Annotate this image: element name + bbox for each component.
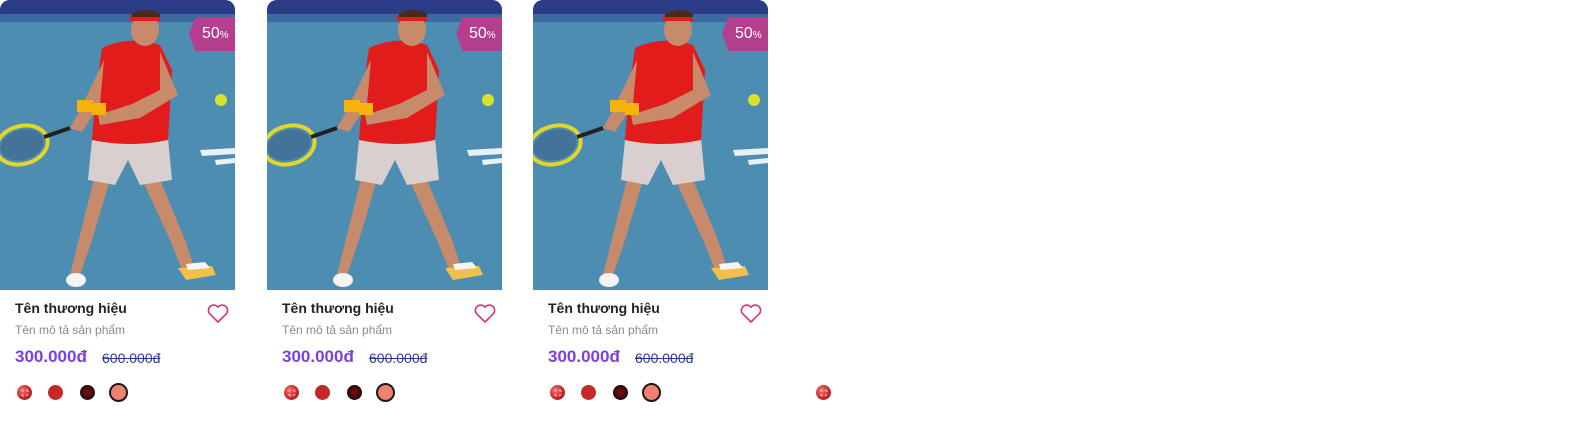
product-card[interactable]: 50% Tên thương hiệu Tên mô tả sản phẩm 3… bbox=[533, 0, 768, 432]
discount-unit: % bbox=[486, 30, 496, 41]
heart-outline-icon[interactable] bbox=[206, 302, 230, 324]
color-swatches bbox=[533, 383, 768, 404]
heart-outline-icon[interactable] bbox=[739, 302, 763, 324]
original-price: 600.000đ bbox=[369, 350, 428, 366]
brand-name: Tên thương hiệu bbox=[282, 300, 394, 316]
swatch-red-pattern[interactable] bbox=[284, 385, 299, 400]
swatch-salmon-selected[interactable] bbox=[109, 383, 128, 402]
product-image[interactable]: 50% bbox=[533, 0, 768, 290]
heart-outline-icon[interactable] bbox=[473, 302, 497, 324]
discount-unit: % bbox=[752, 30, 762, 41]
swatch-red-pattern[interactable] bbox=[550, 385, 565, 400]
product-image[interactable]: 50% bbox=[267, 0, 502, 290]
original-price: 600.000đ bbox=[102, 350, 161, 366]
sale-price: 300.000đ bbox=[282, 347, 354, 366]
discount-value: 50 bbox=[469, 25, 487, 42]
swatch-red-pattern[interactable] bbox=[17, 385, 32, 400]
brand-name: Tên thương hiệu bbox=[548, 300, 660, 316]
discount-value: 50 bbox=[735, 25, 753, 42]
discount-badge: 50% bbox=[722, 17, 768, 51]
product-description: Tên mô tả sản phẩm bbox=[548, 323, 659, 337]
swatch-red[interactable] bbox=[315, 385, 330, 400]
swatch-salmon-selected[interactable] bbox=[642, 383, 661, 402]
product-description: Tên mô tả sản phẩm bbox=[282, 323, 393, 337]
sale-price: 300.000đ bbox=[15, 347, 87, 366]
swatch-red-pattern[interactable] bbox=[816, 385, 831, 400]
product-grid: 50% Tên thương hiệu Tên mô tả sản phẩm 3… bbox=[0, 0, 1594, 432]
swatch-salmon-selected[interactable] bbox=[376, 383, 395, 402]
product-description: Tên mô tả sản phẩm bbox=[15, 323, 126, 337]
discount-badge: 50% bbox=[456, 17, 502, 51]
swatch-dark-red[interactable] bbox=[347, 385, 362, 400]
original-price: 600.000đ bbox=[635, 350, 694, 366]
discount-value: 50 bbox=[202, 25, 220, 42]
product-card[interactable]: 50% Tên thương hiệu Tên mô tả sản phẩm 3… bbox=[267, 0, 502, 432]
brand-name: Tên thương hiệu bbox=[15, 300, 127, 316]
product-card[interactable]: 50% Tên thương hiệu Tên mô tả sản phẩm 3… bbox=[0, 0, 235, 432]
product-image[interactable]: 50% bbox=[0, 0, 235, 290]
discount-badge: 50% bbox=[189, 17, 235, 51]
swatch-dark-red[interactable] bbox=[80, 385, 95, 400]
color-swatches bbox=[0, 383, 235, 404]
color-swatches bbox=[267, 383, 502, 404]
swatch-red[interactable] bbox=[48, 385, 63, 400]
swatch-red[interactable] bbox=[581, 385, 596, 400]
sale-price: 300.000đ bbox=[548, 347, 620, 366]
discount-unit: % bbox=[219, 30, 229, 41]
swatch-dark-red[interactable] bbox=[613, 385, 628, 400]
